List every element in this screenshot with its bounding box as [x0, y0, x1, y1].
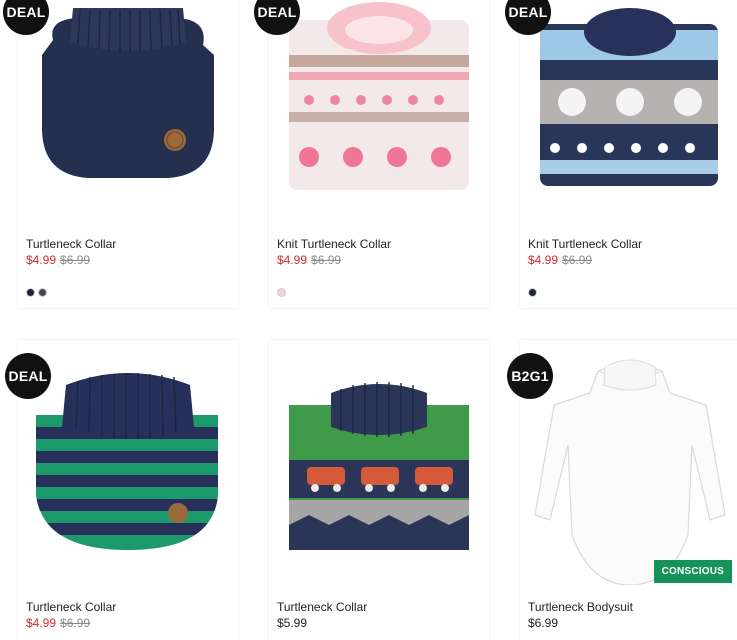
product-name[interactable]: Turtleneck Collar	[277, 600, 367, 614]
product-name[interactable]: Turtleneck Bodysuit	[528, 600, 633, 614]
sale-price: $4.99	[26, 253, 57, 267]
product-card[interactable]: Turtleneck Collar $5.99	[269, 340, 489, 640]
color-swatch[interactable]	[38, 288, 47, 297]
color-swatch[interactable]	[26, 288, 35, 297]
price: $6.99	[528, 616, 559, 630]
original-price: $6.99	[60, 253, 91, 267]
conscious-tag: CONSCIOUS	[653, 560, 732, 583]
color-swatches	[277, 288, 286, 297]
original-price: $6.99	[60, 616, 91, 630]
product-card[interactable]: Turtleneck Collar $4.99 $6.99	[18, 340, 238, 640]
sale-price: $4.99	[277, 253, 308, 267]
product-image[interactable]	[520, 345, 737, 585]
b2g1-badge: B2G1	[507, 353, 553, 399]
color-swatch[interactable]	[528, 288, 537, 297]
sale-price: $4.99	[528, 253, 559, 267]
price: $5.99	[277, 616, 308, 630]
product-image[interactable]	[520, 0, 737, 205]
product-card[interactable]: Knit Turtleneck Collar $4.99 $6.99	[520, 0, 737, 308]
deal-badge: DEAL	[5, 353, 51, 399]
product-prices: $4.99 $6.99	[26, 253, 90, 267]
product-name[interactable]: Turtleneck Collar	[26, 600, 116, 614]
product-prices: $4.99 $6.99	[528, 253, 592, 267]
original-price: $6.99	[562, 253, 593, 267]
product-image[interactable]	[269, 365, 489, 570]
product-image[interactable]	[269, 0, 489, 205]
product-name[interactable]: Knit Turtleneck Collar	[528, 237, 642, 251]
color-swatches	[26, 288, 47, 297]
color-swatch[interactable]	[277, 288, 286, 297]
product-name[interactable]: Turtleneck Collar	[26, 237, 116, 251]
product-card[interactable]: CONSCIOUS Turtleneck Bodysuit $6.99	[520, 340, 737, 640]
product-prices: $5.99	[277, 616, 307, 630]
product-card[interactable]: Knit Turtleneck Collar $4.99 $6.99	[269, 0, 489, 308]
product-prices: $4.99 $6.99	[26, 616, 90, 630]
product-prices: $4.99 $6.99	[277, 253, 341, 267]
product-image[interactable]	[18, 0, 238, 205]
product-name[interactable]: Knit Turtleneck Collar	[277, 237, 391, 251]
original-price: $6.99	[311, 253, 342, 267]
product-prices: $6.99	[528, 616, 558, 630]
product-image[interactable]	[18, 365, 238, 570]
product-card[interactable]: Turtleneck Collar $4.99 $6.99	[18, 0, 238, 308]
color-swatches	[528, 288, 537, 297]
sale-price: $4.99	[26, 616, 57, 630]
